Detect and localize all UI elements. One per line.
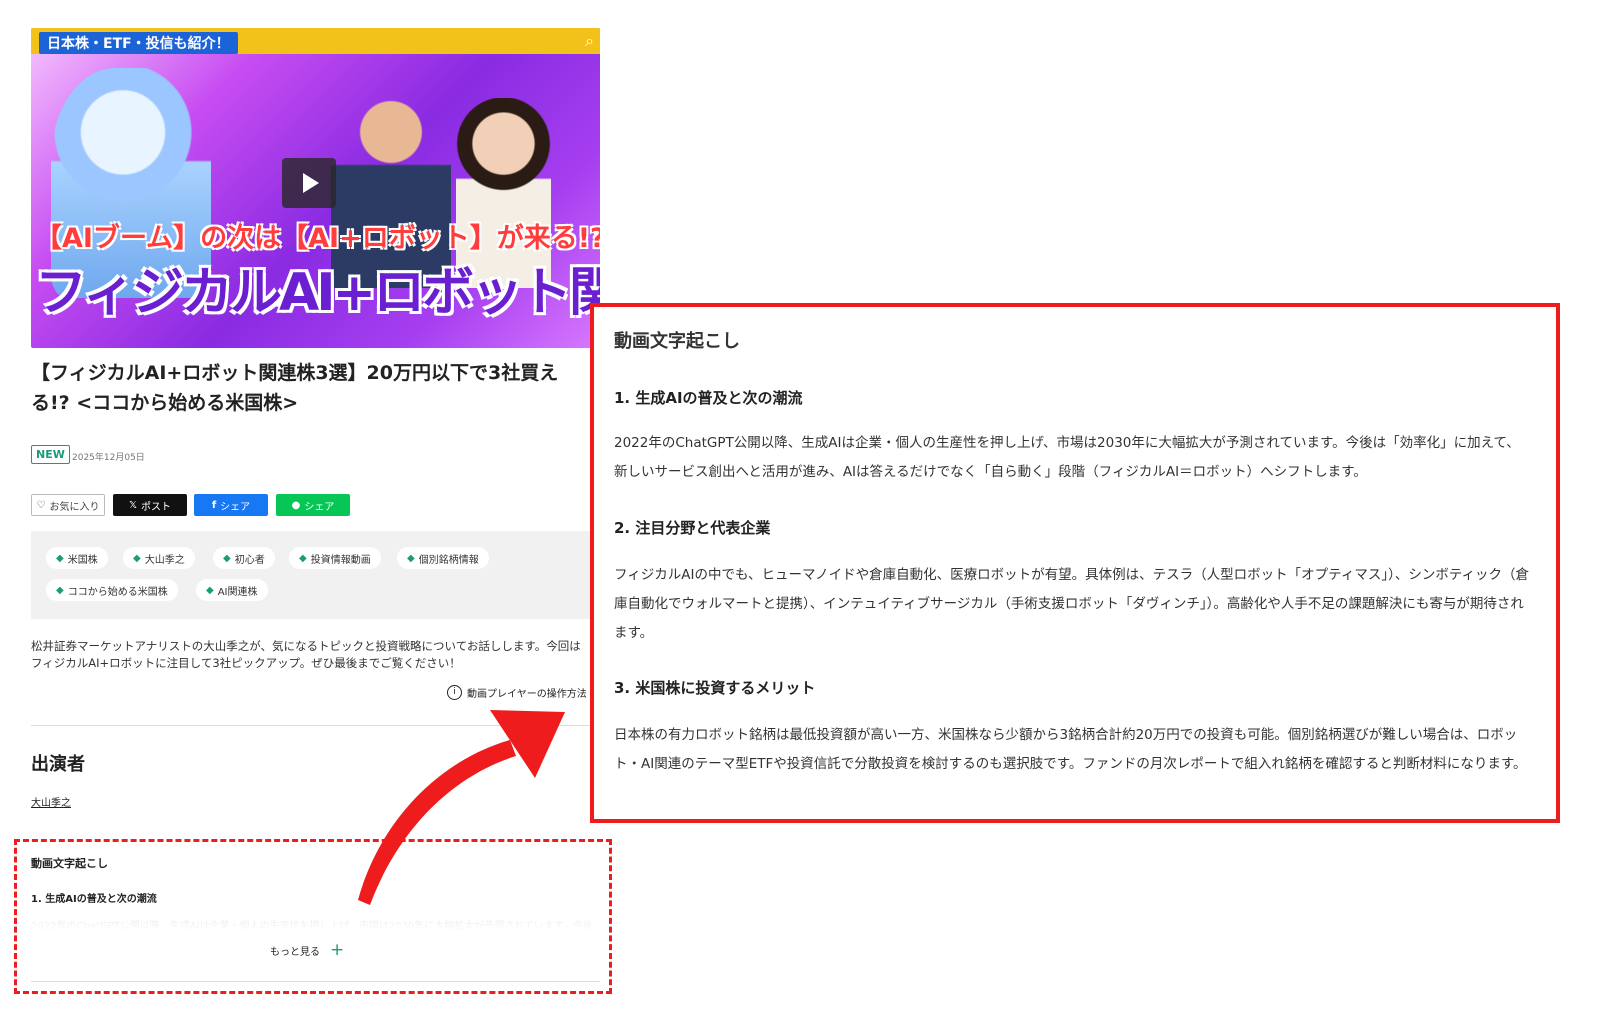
line-icon: ● xyxy=(291,499,301,511)
transcript-zoom-box: 動画文字起こし 1. 生成AIの普及と次の潮流 2022年のChatGPT公開以… xyxy=(590,303,1560,823)
tag-icon: ◆ xyxy=(407,552,415,564)
x-post-label: ポスト xyxy=(141,501,172,513)
article-title: 【フィジカルAI+ロボット関連株3選】20万円以下で3社買える!? <ココから始… xyxy=(31,362,559,414)
tag-item[interactable]: ◆ AI関連株 xyxy=(196,579,268,601)
facebook-share-button[interactable]: f シェア xyxy=(194,494,268,516)
transcript-preview-heading: 1. 生成AIの普及と次の潮流 xyxy=(31,894,157,905)
tag-item[interactable]: ◆ ココから始める米国株 xyxy=(46,579,178,601)
x-logo-icon: 𝕏 xyxy=(128,499,138,511)
transcript-preview-title: 動画文字起こし xyxy=(31,857,108,870)
tag-icon: ◆ xyxy=(299,552,307,564)
new-badge: NEW xyxy=(31,445,70,464)
tag-label: AI関連株 xyxy=(217,586,258,598)
info-icon: i xyxy=(447,685,462,700)
tag-label: 個別銘柄情報 xyxy=(418,554,479,566)
tag-label: 米国株 xyxy=(67,554,98,566)
howto-label: 動画プレイヤーの操作方法 xyxy=(467,689,587,700)
performers-heading: 出演者 xyxy=(31,754,85,775)
play-icon[interactable] xyxy=(282,158,336,208)
transcript-section-heading: 1. 生成AIの普及と次の潮流 xyxy=(614,389,803,407)
divider xyxy=(31,981,600,982)
thumbnail-headline-big: フィジカルAI+ロボット関連株3選 xyxy=(35,263,600,323)
show-more-button[interactable]: もっと見る + xyxy=(270,940,344,960)
heart-icon: ♡ xyxy=(36,499,46,511)
show-more-label: もっと見る xyxy=(270,946,320,958)
video-description: 松井証券マーケットアナリストの大山季之が、気になるトピックと投資戦略についてお話… xyxy=(31,639,581,670)
transcript-title: 動画文字起こし xyxy=(614,331,740,352)
favorite-label: お気に入り xyxy=(49,501,100,513)
tag-icon: ◆ xyxy=(223,552,231,564)
x-post-button[interactable]: 𝕏 ポスト xyxy=(113,494,187,516)
tag-icon: ◆ xyxy=(56,552,64,564)
tag-item[interactable]: ◆ 大山季之 xyxy=(123,547,195,569)
tag-label: 初心者 xyxy=(234,554,265,566)
publish-date: 2025年12月05日 xyxy=(72,453,145,463)
player-howto-link[interactable]: i 動画プレイヤーの操作方法 xyxy=(447,685,587,700)
search-icon: ⌕ xyxy=(585,31,594,50)
tag-item[interactable]: ◆ 初心者 xyxy=(213,547,275,569)
tag-icon: ◆ xyxy=(206,584,214,596)
tag-list: ◆ 米国株 ◆ 大山季之 ◆ 初心者 ◆ 投資情報動画 ◆ 個別銘柄情報 ◆ コ… xyxy=(31,531,600,619)
video-thumbnail[interactable]: 日本株・ETF・投信も紹介！ ⌕ 【AIブーム】の次は【AI+ロボット】が来る!… xyxy=(31,28,600,348)
tag-item[interactable]: ◆ 個別銘柄情報 xyxy=(397,547,489,569)
line-share-button[interactable]: ● シェア xyxy=(276,494,350,516)
tag-icon: ◆ xyxy=(133,552,141,564)
plus-icon: + xyxy=(330,940,345,960)
facebook-icon: f xyxy=(211,499,217,511)
line-share-label: シェア xyxy=(304,501,335,513)
tag-item[interactable]: ◆ 投資情報動画 xyxy=(289,547,381,569)
transcript-section-heading: 2. 注目分野と代表企業 xyxy=(614,519,771,537)
transcript-section-text: フィジカルAIの中でも、ヒューマノイドや倉庫自動化、医療ロボットが有望。具体例は… xyxy=(614,567,1530,641)
tag-label: 大山季之 xyxy=(144,554,185,566)
facebook-share-label: シェア xyxy=(220,501,251,513)
tag-label: 投資情報動画 xyxy=(310,554,371,566)
performer-link[interactable]: 大山季之 xyxy=(31,794,71,809)
tag-item[interactable]: ◆ 米国株 xyxy=(46,547,108,569)
tag-icon: ◆ xyxy=(56,584,64,596)
transcript-section-text: 2022年のChatGPT公開以降、生成AIは企業・個人の生産性を押し上げ、市場… xyxy=(614,435,1520,480)
transcript-section-heading: 3. 米国株に投資するメリット xyxy=(614,679,816,697)
transcript-preview-faded-text: 2022年のChatGPT公開以降、生成AIは企業・個人の生産性を押し上げ、市場… xyxy=(31,921,591,931)
transcript-section-text: 日本株の有力ロボット銘柄は最低投資額が高い一方、米国株なら少額から3銘柄合計約2… xyxy=(614,727,1527,772)
red-arrow-icon xyxy=(358,710,565,905)
thumbnail-badge: 日本株・ETF・投信も紹介！ xyxy=(39,32,238,54)
tag-label: ココから始める米国株 xyxy=(67,586,168,598)
favorite-button[interactable]: ♡ お気に入り xyxy=(31,494,105,516)
